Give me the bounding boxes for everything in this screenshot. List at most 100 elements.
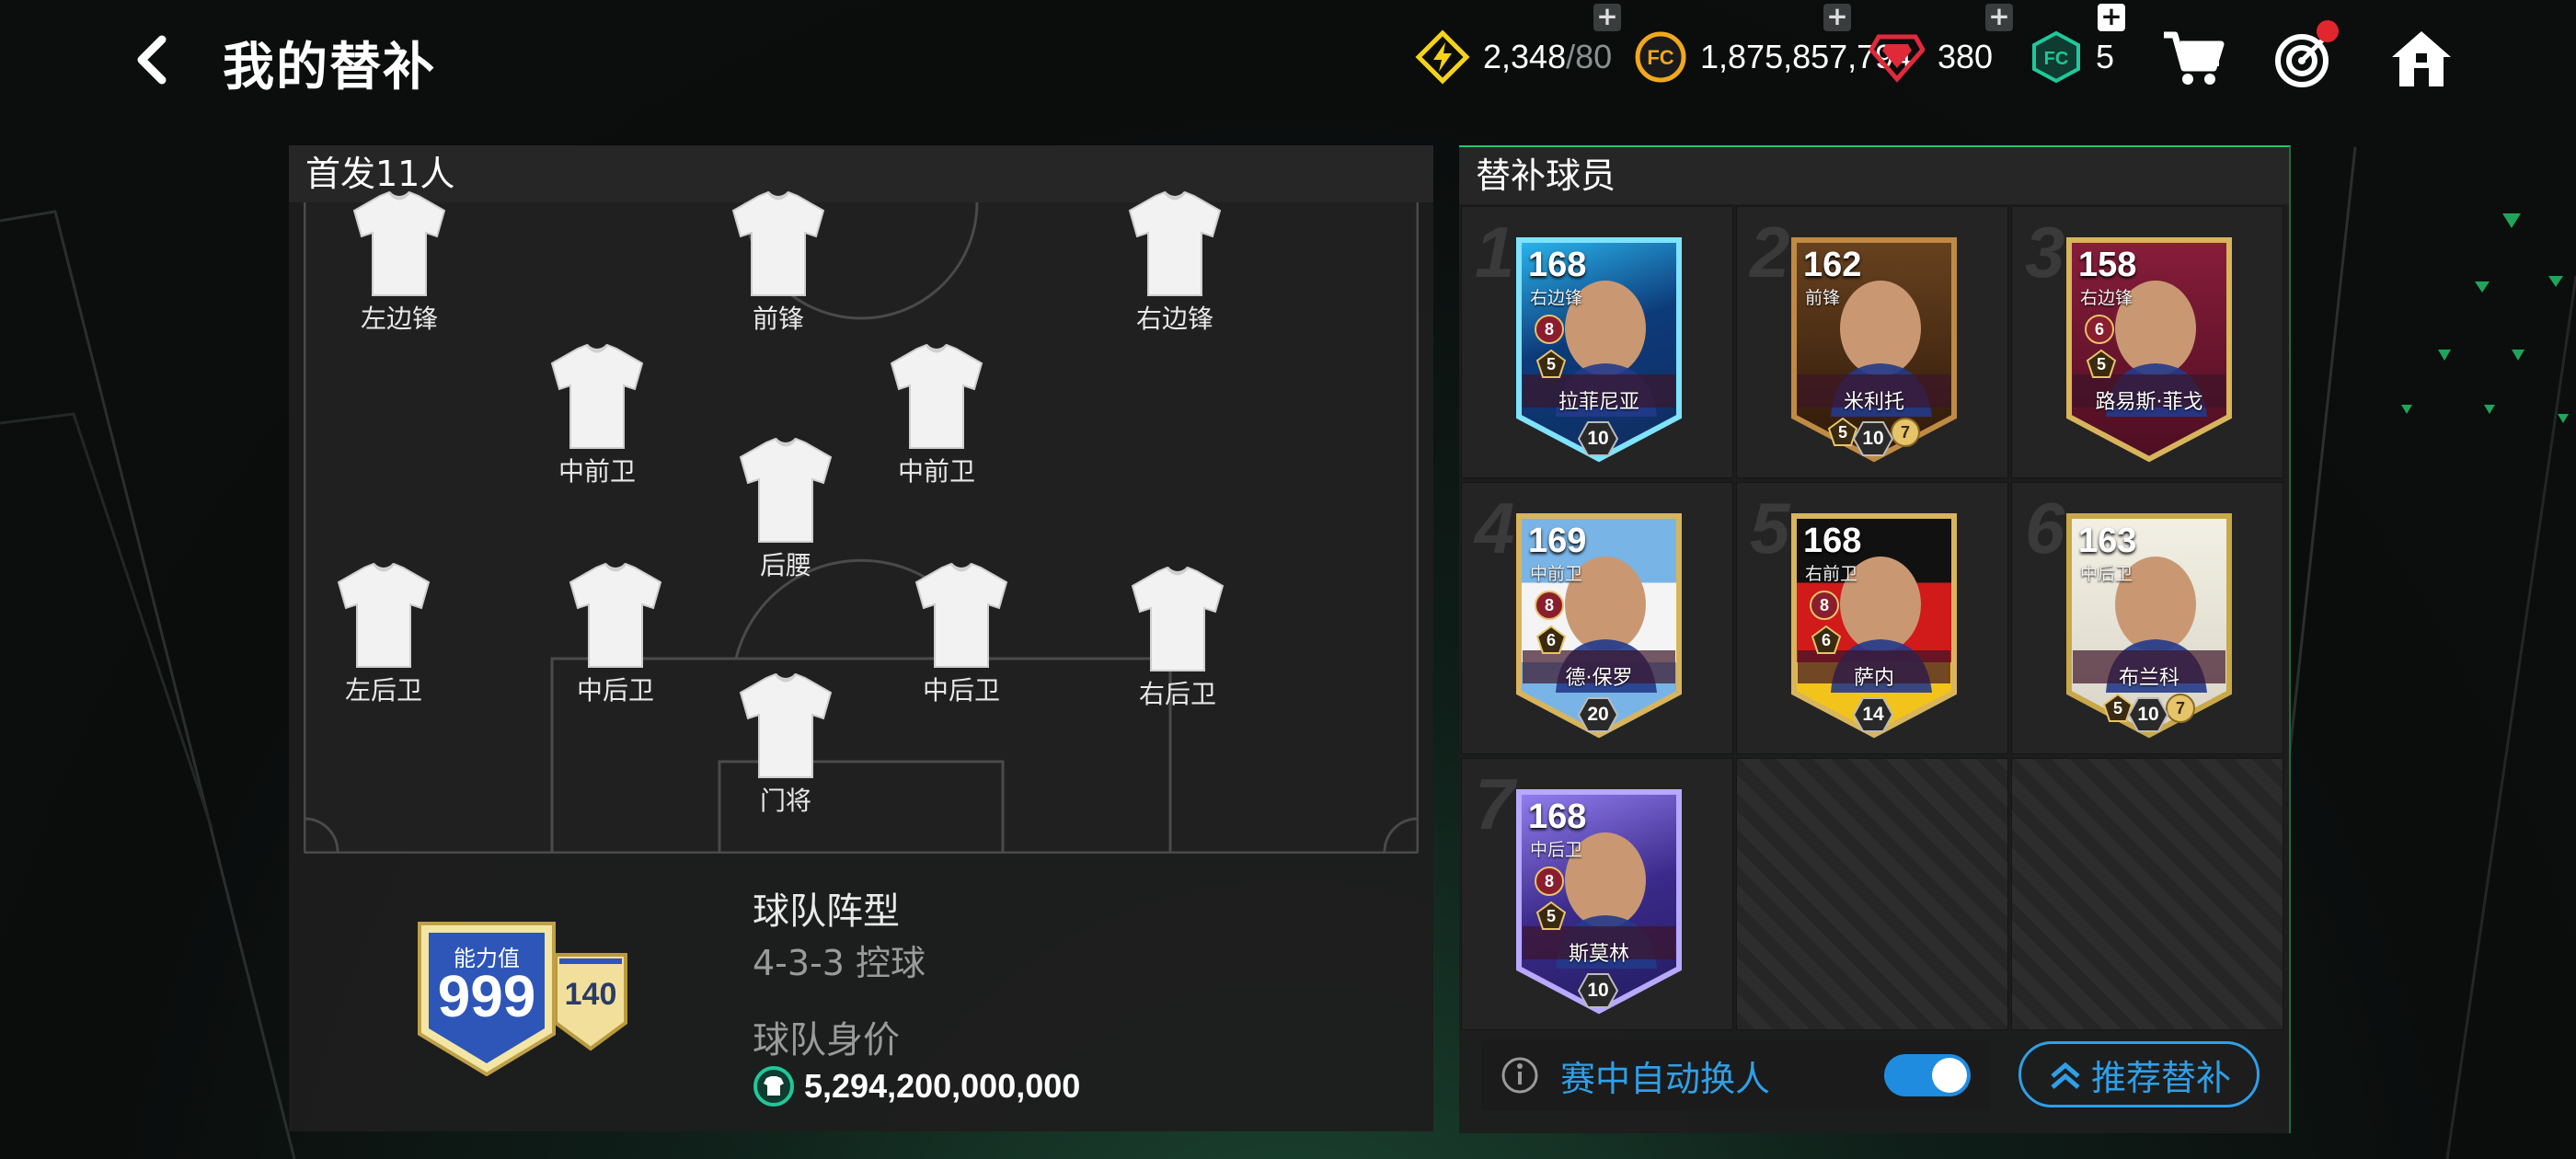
grade-value: 8 [1544, 319, 1554, 339]
player-slot[interactable]: 左后卫 [310, 562, 457, 707]
card-position: 右边锋 [2080, 288, 2133, 308]
player-card[interactable]: 168 右边锋 8 5 拉菲尼亚 10 [1502, 227, 1696, 468]
player-slot[interactable]: 中后卫 [888, 562, 1035, 707]
svg-text:FC: FC [2044, 49, 2069, 69]
gem-counter[interactable]: 380 + [1869, 4, 2013, 86]
player-slot[interactable]: 右后卫 [1104, 566, 1251, 711]
sub-slot[interactable]: 4 169 中前卫 8 6 德·保罗 20 [1461, 482, 1733, 754]
card-player-name: 拉菲尼亚 [1558, 391, 1639, 414]
points-value: 5 [2096, 38, 2115, 75]
team-rating-badge: 能力值 999 140 [418, 920, 657, 1080]
position-label: 门将 [759, 786, 811, 816]
position-label: 后腰 [759, 550, 811, 580]
grade-badge: 8 [1534, 314, 1565, 345]
level-value: 10 [1587, 428, 1609, 449]
auto-sub-row: 赛中自动换人 [1481, 1039, 1991, 1111]
points-counter[interactable]: FC 5 + [2030, 4, 2125, 86]
card-rating: 168 [1803, 522, 1862, 560]
jersey-icon [1131, 566, 1225, 671]
jersey-icon [739, 437, 833, 543]
sub-slot[interactable]: 5 168 右前卫 8 6 萨内 14 [1736, 482, 2008, 754]
add-gems-button[interactable]: + [1985, 4, 2013, 31]
grade-value: 6 [2094, 319, 2104, 339]
level-value: 10 [1587, 980, 1609, 1001]
player-slot[interactable]: 中前卫 [523, 343, 671, 488]
player-slot[interactable]: 后腰 [712, 437, 859, 582]
skill-value: 5 [1837, 422, 1847, 442]
grade-value: 8 [1819, 595, 1829, 614]
empty-sub-slot[interactable] [1736, 758, 2008, 1030]
card-rating: 163 [2078, 522, 2137, 560]
recommend-subs-label: 推荐替补 [2090, 1057, 2231, 1098]
grade-value: 7 [2175, 698, 2185, 717]
add-points-button[interactable]: + [2098, 4, 2125, 31]
card-player-name: 萨内 [1853, 667, 1894, 690]
grade-badge: 8 [1534, 590, 1565, 621]
card-position: 右边锋 [1530, 288, 1583, 308]
card-player-name: 德·保罗 [1565, 667, 1633, 690]
card-level: 10 [2128, 696, 2168, 733]
energy-max: /80 [1566, 38, 1613, 75]
add-coins-button[interactable]: + [1823, 4, 1851, 31]
empty-sub-slot[interactable] [2011, 758, 2283, 1030]
jersey-icon [352, 190, 446, 296]
player-card[interactable]: 163 中后卫 5 7 布兰科 10 [2053, 503, 2246, 744]
player-slot[interactable]: 中后卫 [542, 562, 689, 707]
fc-coin-icon: FC [1635, 31, 1686, 83]
info-icon[interactable] [1500, 1055, 1540, 1096]
energy-counter[interactable]: 2,348/80 + [1415, 4, 1621, 86]
shop-button[interactable] [2160, 26, 2226, 92]
card-position: 中后卫 [2080, 564, 2133, 584]
starting-lineup-panel: 首发11人 左边锋 前锋 右边锋 中前卫 中前卫 后腰 左后卫 中后卫 中后卫 右后卫 门将 [289, 145, 1433, 1131]
add-energy-button[interactable]: + [1593, 4, 1621, 31]
card-player-name: 路易斯·菲戈 [2095, 391, 2203, 414]
toggle-knob [1932, 1058, 1967, 1093]
jersey-icon [569, 562, 662, 668]
sub-slot[interactable]: 7 168 中后卫 8 5 斯莫林 10 [1461, 758, 1733, 1030]
player-card[interactable]: 168 中后卫 8 5 斯莫林 10 [1502, 779, 1696, 1020]
grade-value: 8 [1544, 595, 1554, 614]
gem-value: 380 [1938, 38, 1994, 75]
position-label: 中前卫 [897, 456, 975, 487]
player-slot[interactable]: 左边锋 [326, 190, 473, 336]
card-level: 14 [1853, 696, 1893, 733]
sub-slot[interactable]: 1 168 右边锋 8 5 拉菲尼亚 10 [1461, 206, 1733, 478]
back-button[interactable] [120, 28, 184, 92]
player-slot[interactable]: 门将 [712, 672, 859, 818]
card-position: 中前卫 [1530, 564, 1583, 584]
skill-value: 5 [2112, 698, 2122, 717]
player-slot[interactable]: 右边锋 [1101, 190, 1248, 336]
player-card[interactable]: 168 右前卫 8 6 萨内 14 [1777, 503, 1971, 744]
sub-slot[interactable]: 3 158 右边锋 6 5 路易斯·菲戈 [2011, 206, 2283, 478]
sub-slot[interactable]: 2 162 前锋 5 7 米利托 10 [1736, 206, 2008, 478]
jersey-icon [890, 343, 983, 449]
grade-badge: 8 [1534, 866, 1565, 897]
player-card[interactable]: 169 中前卫 8 6 德·保罗 20 [1502, 503, 1696, 744]
card-rating: 158 [2078, 246, 2137, 284]
player-card[interactable]: 162 前锋 5 7 米利托 10 [1777, 227, 1971, 468]
skill-value: 5 [2096, 354, 2106, 373]
svg-text:FC: FC [1647, 46, 1673, 69]
auto-sub-toggle[interactable] [1884, 1054, 1971, 1096]
card-player-name: 布兰科 [2118, 667, 2179, 690]
energy-bolt-icon [1415, 29, 1470, 85]
jersey-icon [550, 343, 644, 449]
skill-value: 5 [1546, 354, 1556, 373]
objectives-button[interactable] [2271, 20, 2339, 92]
skill-value: 6 [1821, 630, 1831, 649]
energy-value: 2,348 [1483, 38, 1567, 75]
card-position: 中后卫 [1530, 840, 1583, 860]
jersey-icon [739, 672, 833, 778]
recommend-subs-button[interactable]: 推荐替补 [2018, 1041, 2260, 1107]
team-value-title: 球队身价 [753, 1019, 900, 1061]
card-level: 10 [1578, 420, 1618, 457]
team-value: 5,294,200,000,000 [753, 1065, 1080, 1107]
player-slot[interactable]: 中前卫 [863, 343, 1010, 488]
player-slot[interactable]: 前锋 [705, 190, 852, 336]
player-card[interactable]: 158 右边锋 6 5 路易斯·菲戈 [2053, 227, 2246, 468]
home-button[interactable] [2388, 26, 2455, 92]
sub-slot[interactable]: 6 163 中后卫 5 7 布兰科 10 [2011, 482, 2283, 754]
skill-badge: 5 [1535, 349, 1567, 380]
jersey-icon [337, 562, 431, 668]
card-rating: 162 [1803, 246, 1862, 284]
